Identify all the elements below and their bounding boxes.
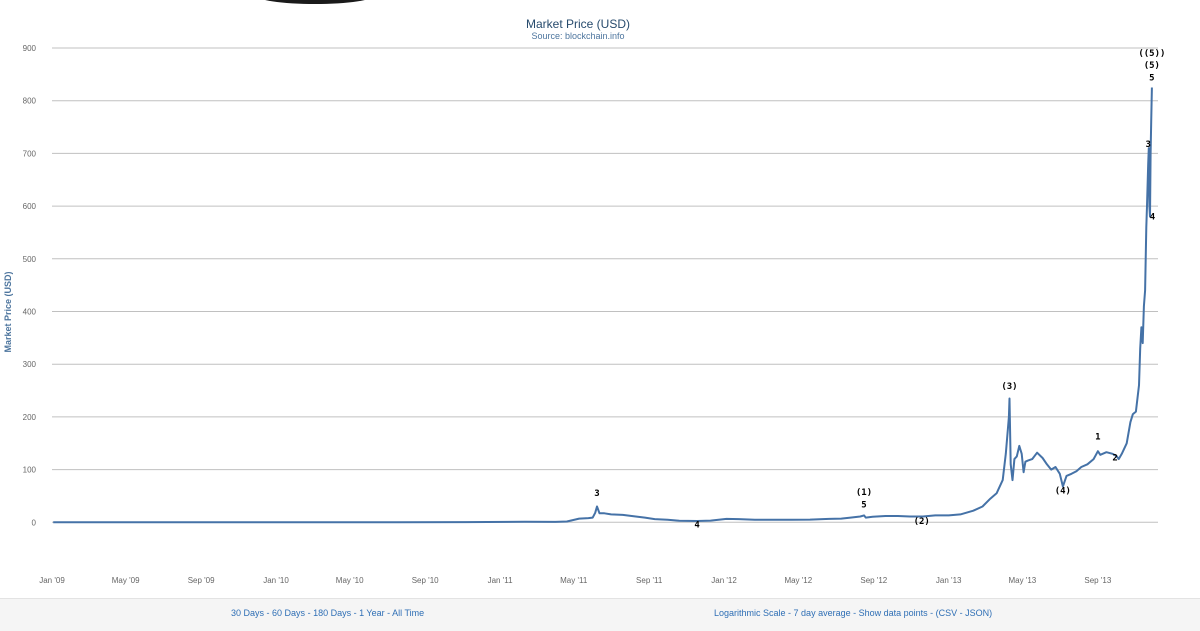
x-tick-label: Jan '09 [39, 576, 65, 585]
x-tick-label: May '12 [784, 576, 812, 585]
x-tick-label: Jan '10 [263, 576, 289, 585]
x-tick-label: Sep '12 [860, 576, 887, 585]
export-close-paren: ) [989, 608, 993, 618]
export-link[interactable]: CSV [939, 608, 958, 618]
chart-option-links: Logarithmic Scale - 7 day average - Show… [714, 608, 992, 618]
y-axis-ticks: 0 100 200 300 400 500 600 700 800 900 [23, 44, 37, 527]
x-tick-label: Sep '10 [412, 576, 439, 585]
y-tick-label: 200 [23, 413, 37, 422]
y-tick-label: 600 [23, 202, 37, 211]
time-range-link[interactable]: 60 Days [272, 608, 305, 618]
wave-label: 4 [694, 521, 700, 531]
link-separator: - [351, 608, 360, 618]
x-tick-label: Jan '12 [711, 576, 737, 585]
time-range-link[interactable]: All Time [392, 608, 424, 618]
wave-label: (5) [1144, 61, 1160, 71]
time-range-link[interactable]: 180 Days [313, 608, 351, 618]
price-line [53, 87, 1153, 524]
wave-label: 3 [594, 489, 599, 499]
wave-label: 5 [861, 501, 866, 511]
y-tick-label: 300 [23, 360, 37, 369]
grid-lines [52, 47, 1158, 523]
y-tick-label: 800 [23, 97, 37, 106]
link-separator: - [305, 608, 314, 618]
wave-annotations: 3 4 (1) 5 (2) (3) (4) 1 2 3 4 5 (5) ((5)) [594, 49, 1165, 531]
wave-label: (2) [914, 517, 930, 527]
wave-label: (4) [1055, 486, 1071, 496]
y-tick-label: 400 [23, 308, 37, 317]
link-separator: - [850, 608, 859, 618]
y-tick-label: 100 [23, 466, 37, 475]
wave-label: (1) [856, 488, 872, 498]
x-tick-label: May '13 [1008, 576, 1036, 585]
y-tick-label: 700 [23, 149, 37, 158]
chart: Market Price (USD) Source: blockchain.in… [3, 17, 1165, 585]
chart-option-link[interactable]: Logarithmic Scale [714, 608, 786, 618]
series-group [53, 87, 1153, 524]
x-tick-label: Jan '11 [488, 576, 514, 585]
time-range-link[interactable]: 30 Days [231, 608, 264, 618]
wave-label: 3 [1145, 140, 1150, 150]
wave-label: ((5)) [1138, 49, 1165, 59]
y-tick-label: 0 [32, 518, 37, 527]
chart-footer: 30 Days - 60 Days - 180 Days - 1 Year - … [0, 598, 1200, 631]
x-tick-label: May '10 [336, 576, 364, 585]
x-axis-ticks: Jan '09 May '09 Sep '09 Jan '10 May '10 Sep '… [39, 576, 1112, 585]
link-separator: - [264, 608, 273, 618]
chart-title: Market Price (USD) [526, 17, 630, 31]
x-tick-label: Sep '13 [1084, 576, 1111, 585]
wave-label: (3) [1001, 382, 1017, 392]
y-tick-label: 900 [23, 44, 37, 53]
wave-label: 4 [1150, 212, 1156, 222]
y-axis-label: Market Price (USD) [3, 271, 13, 352]
link-separator: - [384, 608, 393, 618]
export-open-paren: - ( [927, 608, 939, 618]
time-range-links: 30 Days - 60 Days - 180 Days - 1 Year - … [231, 608, 424, 618]
link-separator: - [785, 608, 794, 618]
link-separator: - [957, 608, 966, 618]
wave-label: 1 [1095, 433, 1100, 443]
x-tick-label: Jan '13 [936, 576, 962, 585]
x-tick-label: Sep '09 [188, 576, 215, 585]
x-tick-label: May '11 [560, 576, 588, 585]
x-tick-label: Sep '11 [636, 576, 663, 585]
export-link[interactable]: JSON [965, 608, 989, 618]
y-tick-label: 500 [23, 255, 37, 264]
chart-subtitle: Source: blockchain.info [531, 31, 624, 41]
x-tick-label: May '09 [112, 576, 140, 585]
chart-option-link[interactable]: Show data points [859, 608, 928, 618]
wave-label: 2 [1112, 454, 1117, 464]
time-range-link[interactable]: 1 Year [359, 608, 385, 618]
chart-option-link[interactable]: 7 day average [794, 608, 851, 618]
wave-label: 5 [1149, 74, 1154, 84]
